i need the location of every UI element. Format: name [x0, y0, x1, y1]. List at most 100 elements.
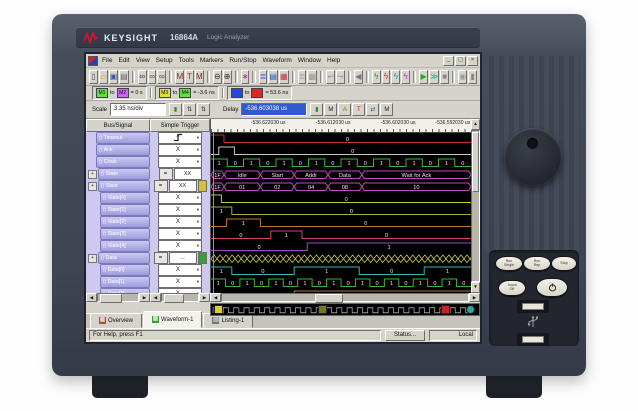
trigger-dropdown[interactable]: X▾ [158, 276, 202, 288]
signal-name-state-0-[interactable]: ▯State[0] [100, 192, 150, 204]
trigger-dropdown[interactable]: X▾ [158, 240, 202, 252]
run-marker-2-icon[interactable]: ϟ [382, 70, 391, 84]
delay-input[interactable]: -536.603038 us [241, 103, 307, 116]
tab-overview[interactable]: ▦Overview [90, 313, 142, 328]
run-all-icon[interactable]: ≫ [429, 70, 439, 84]
signal-name-state[interactable]: ▯State [98, 168, 150, 180]
open-folder-icon[interactable]: ▱ [99, 70, 108, 84]
delay-begin-button[interactable]: ▮ [310, 103, 323, 116]
h-scroll-thumb[interactable] [164, 294, 184, 303]
delay-goto-m1-button[interactable]: M [324, 103, 337, 116]
menu-view[interactable]: View [133, 56, 153, 65]
acquisition-overview-bar[interactable] [210, 303, 480, 316]
signal-name-data[interactable]: ▯Data [98, 252, 150, 264]
print-icon[interactable]: ▤ [119, 70, 129, 84]
trigger-dropdown[interactable]: X▾ [158, 228, 202, 240]
run-marker-3-icon[interactable]: ϟ [391, 70, 400, 84]
trigger-dropdown[interactable]: X▾ [158, 156, 202, 168]
goto-m1-icon[interactable]: M [175, 70, 184, 84]
trigger-dropdown[interactable]: ▾ [158, 132, 202, 144]
waveform-row-state-1-[interactable]: 10 [211, 205, 471, 217]
scroll-right-arrow[interactable]: ▶ [139, 293, 150, 302]
signal-name-clock[interactable]: ▯Clock [96, 156, 150, 168]
run-icon[interactable]: ▶ [419, 70, 428, 84]
waveform-row-timeout[interactable]: 0 [211, 133, 471, 145]
zoom-out-icon[interactable]: ⊖ [213, 70, 222, 84]
overview-begin-marker[interactable] [214, 305, 223, 314]
signal-name-state-2-[interactable]: ▯State[2] [100, 216, 150, 228]
equals-operator-button[interactable]: = [154, 180, 168, 192]
signal-name-timeout[interactable]: ▯Timeout [96, 132, 150, 144]
h-scroll-thumb[interactable] [315, 294, 343, 303]
trigger-dropdown[interactable]: X▾ [158, 192, 202, 204]
waveform-display[interactable]: 0010101010101010101FIdleStartAddrDataWai… [211, 133, 471, 293]
redo-disabled-icon[interactable]: ↪ [336, 70, 345, 84]
bus-setup-icon[interactable]: ▤ [268, 70, 278, 84]
trigger-dropdown[interactable]: X▾ [158, 264, 202, 276]
delete-icon[interactable]: ▦ [279, 70, 289, 84]
scale-input[interactable]: 3.35 ns/div [110, 103, 166, 116]
find-backward-icon[interactable]: ∞ [157, 70, 166, 84]
grid-disabled-icon[interactable]: ▦ [307, 70, 317, 84]
delay-swap-button[interactable]: ⇄ [366, 103, 379, 116]
trigger-value-field[interactable]: XX [169, 180, 197, 192]
trigger-dropdown[interactable]: X▾ [158, 144, 202, 156]
waveform-row-clock[interactable]: 1010101010101010 [211, 157, 471, 169]
vertical-scroll-thumb[interactable] [472, 132, 479, 192]
run-rep-button[interactable]: Run Rep [523, 256, 551, 271]
waveform-row-state-0-[interactable]: 0 [211, 193, 471, 205]
stop-run-icon[interactable]: ■ [440, 70, 449, 84]
scale-marker-button[interactable]: ▮ [169, 103, 182, 116]
scale-zoom-out-button[interactable]: ⇅ [197, 103, 210, 116]
trigger-dropdown[interactable]: X▾ [158, 216, 202, 228]
menu-markers[interactable]: Markers [197, 56, 226, 65]
menu-edit[interactable]: Edit [115, 56, 132, 65]
run-marker-4-icon[interactable]: ϟ [401, 70, 410, 84]
find-forward-icon[interactable]: ∞ [148, 70, 157, 84]
vertical-scrollbar[interactable]: ▲ ▼ [471, 119, 480, 293]
waveform-row-data[interactable] [211, 253, 471, 265]
simple-trigger-column-header[interactable]: Simple Trigger [150, 119, 210, 132]
signal-name-state-1-[interactable]: ▯State[1] [100, 204, 150, 216]
menu-setup[interactable]: Setup [153, 56, 176, 65]
name-column-scrollbar[interactable]: ◀ ▶ [86, 293, 150, 302]
waveform-scrollbar[interactable]: ◀ ▶ [210, 293, 480, 302]
waveform-row-state[interactable]: 1F0102040810 [211, 181, 471, 193]
signal-name-state-3-[interactable]: ▯State[3] [100, 228, 150, 240]
marker-readout-1[interactable]: M1toM2= 0 s [92, 86, 147, 100]
marker-readout-3[interactable]: to= 53.6 ns [227, 86, 292, 100]
scroll-up-arrow[interactable]: ▲ [471, 119, 480, 130]
power-button[interactable] [536, 278, 568, 297]
record-icon[interactable]: ◉ [458, 70, 467, 84]
run-marker-1-icon[interactable]: ϟ [372, 70, 381, 84]
menu-window[interactable]: Window [295, 56, 324, 65]
overview-trigger-marker[interactable] [441, 305, 450, 314]
scale-zoom-in-button[interactable]: ⇅ [183, 103, 196, 116]
edit-icon[interactable] [198, 180, 207, 192]
scroll-right-arrow[interactable]: ▶ [199, 293, 210, 302]
delay-goto-a-button[interactable]: A [338, 103, 351, 116]
touch-off-button[interactable]: Touch Off [498, 280, 526, 296]
marker-readout-2[interactable]: M3toM4= -3.6 ns [155, 86, 219, 100]
waveform-row-state-4-[interactable]: 01 [211, 241, 471, 253]
waveform-row-ack[interactable]: 0 [211, 145, 471, 157]
waveform-row-state-2-[interactable]: 10 [211, 217, 471, 229]
trigger-dropdown[interactable]: X▾ [158, 204, 202, 216]
trigger-value-field[interactable]: XX [174, 168, 202, 180]
menu-run-stop[interactable]: Run/Stop [226, 56, 259, 65]
zoom-in-icon[interactable]: ⊕ [223, 70, 232, 84]
signal-name-ack[interactable]: ▯Ack [96, 144, 150, 156]
stop-button[interactable]: Stop [551, 256, 577, 271]
equals-operator-button[interactable]: = [154, 252, 168, 264]
scroll-left-arrow[interactable]: ◀ [150, 293, 161, 302]
scroll-right-arrow[interactable]: ▶ [469, 293, 480, 302]
waveform-row-data-1-[interactable]: 101010101010101010 [211, 277, 471, 289]
goto-m2-icon[interactable]: M [195, 70, 204, 84]
list-disabled-icon[interactable]: ≣ [298, 70, 307, 84]
pause-icon[interactable]: ▮ [468, 70, 477, 84]
status-button[interactable]: Status... [385, 330, 425, 341]
signal-name-state[interactable]: ▯State [98, 180, 150, 192]
assign-icon[interactable] [198, 252, 207, 264]
trigger-value-field[interactable]: ... [169, 252, 197, 264]
speaker-icon[interactable]: ◀ [354, 70, 363, 84]
